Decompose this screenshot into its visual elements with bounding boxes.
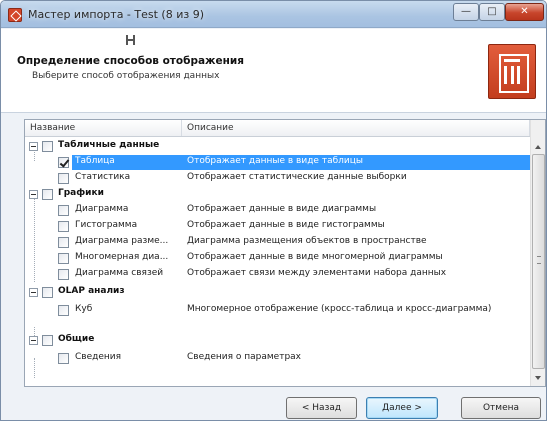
- item-label: Гистограмма: [75, 220, 138, 230]
- tree-row-link-diagram[interactable]: Диаграмма связей Отображает связи между …: [25, 267, 530, 282]
- collapse-icon[interactable]: [29, 288, 38, 297]
- next-button[interactable]: Далее >: [366, 397, 438, 419]
- group-label: Графики: [58, 188, 104, 198]
- scroll-up-arrow-icon[interactable]: [535, 145, 541, 149]
- tree-row-table[interactable]: Таблица Отображает данные в виде таблицы: [25, 155, 530, 170]
- wizard-footer: < Назад Далее > Отмена: [1, 387, 546, 420]
- item-description: Отображает данные в виде таблицы: [187, 156, 363, 166]
- item-checkbox[interactable]: [58, 237, 69, 248]
- item-checkbox[interactable]: [58, 305, 69, 316]
- group-row-olap[interactable]: OLAP анализ: [25, 285, 530, 300]
- wizard-header: Определение способов отображения Выберит…: [1, 29, 546, 113]
- group-checkbox[interactable]: [42, 189, 53, 200]
- group-checkbox[interactable]: [42, 141, 53, 152]
- tree-row-placement-diagram[interactable]: Диаграмма разме... Диаграмма размещения …: [25, 235, 530, 250]
- tree-row-statistics[interactable]: Статистика Отображает статистические дан…: [25, 171, 530, 186]
- item-description: Многомерное отображение (кросс-таблица и…: [187, 304, 492, 314]
- vertical-scrollbar[interactable]: [530, 120, 545, 386]
- group-checkbox[interactable]: [42, 287, 53, 298]
- tree-row-multidim-diagram[interactable]: Многомерная диа... Отображает данные в в…: [25, 251, 530, 266]
- item-label: Диаграмма: [75, 204, 129, 214]
- item-checkbox[interactable]: [58, 205, 69, 216]
- group-row-tabular[interactable]: Табличные данные: [25, 139, 530, 154]
- tree-row-cube[interactable]: Куб Многомерное отображение (кросс-табли…: [25, 303, 530, 318]
- tree-row-histogram[interactable]: Гистограмма Отображает данные в виде гис…: [25, 219, 530, 234]
- tree-row-info[interactable]: Сведения Сведения о параметрах: [25, 351, 530, 366]
- item-description: Отображает статистические данные выборки: [187, 172, 407, 182]
- item-checkbox[interactable]: [58, 353, 69, 364]
- collapse-icon[interactable]: [29, 142, 38, 151]
- item-description: Отображает данные в виде гистограммы: [187, 220, 385, 230]
- group-row-general[interactable]: Общие: [25, 333, 530, 348]
- item-label: Таблица: [75, 156, 115, 166]
- logo-top-bar: [504, 59, 520, 62]
- item-label: Диаграмма разме...: [75, 236, 169, 246]
- import-wizard-window: Мастер импорта - Тest (8 из 9) — □ ✕ Опр…: [0, 0, 547, 421]
- item-checkbox[interactable]: [58, 221, 69, 232]
- close-button[interactable]: ✕: [505, 3, 544, 21]
- tree-row-diagram[interactable]: Диаграмма Отображает данные в виде диагр…: [25, 203, 530, 218]
- item-label: Куб: [75, 304, 93, 314]
- item-description: Сведения о параметрах: [187, 352, 302, 362]
- text-cursor-icon: [126, 35, 135, 45]
- group-label: Табличные данные: [58, 140, 160, 150]
- title-bar[interactable]: Мастер импорта - Тest (8 из 9) — □ ✕: [1, 1, 546, 28]
- minimize-button[interactable]: —: [453, 3, 479, 21]
- group-label: Общие: [58, 334, 95, 344]
- item-label: Диаграмма связей: [75, 268, 164, 278]
- logo-icon: [488, 44, 536, 99]
- back-button[interactable]: < Назад: [286, 397, 357, 419]
- checkmark-icon[interactable]: [58, 157, 69, 168]
- scroll-down-arrow-icon[interactable]: [535, 376, 541, 380]
- maximize-button[interactable]: □: [479, 3, 505, 21]
- column-description-header[interactable]: Описание: [182, 120, 530, 136]
- cancel-button[interactable]: Отмена: [461, 397, 541, 419]
- collapse-icon[interactable]: [29, 190, 38, 199]
- group-label: OLAP анализ: [58, 286, 125, 296]
- column-name-header[interactable]: Название: [25, 120, 182, 136]
- item-label: Статистика: [75, 172, 131, 182]
- column-header: Название Описание: [25, 120, 530, 137]
- group-checkbox[interactable]: [42, 335, 53, 346]
- page-title: Определение способов отображения: [17, 55, 244, 67]
- collapse-icon[interactable]: [29, 336, 38, 345]
- item-description: Отображает данные в виде многомерной диа…: [187, 252, 443, 262]
- scrollbar-thumb[interactable]: [532, 154, 545, 369]
- group-row-charts[interactable]: Графики: [25, 187, 530, 202]
- app-icon: [8, 8, 22, 22]
- window-title: Мастер импорта - Тest (8 из 9): [28, 8, 204, 21]
- item-checkbox[interactable]: [58, 269, 69, 280]
- logo-columns: [504, 66, 520, 84]
- item-description: Отображает данные в виде диаграммы: [187, 204, 377, 214]
- item-description: Отображает связи между элементами набора…: [187, 268, 447, 278]
- display-methods-tree[interactable]: Название Описание Табличные данные Табли…: [24, 119, 546, 387]
- item-label: Сведения: [75, 352, 122, 362]
- scrollbar-grip-icon: [537, 256, 541, 264]
- page-subtitle: Выберите способ отображения данных: [32, 71, 220, 81]
- item-description: Диаграмма размещения объектов в простран…: [187, 236, 427, 246]
- item-checkbox[interactable]: [58, 253, 69, 264]
- item-checkbox[interactable]: [58, 173, 69, 184]
- item-label: Многомерная диа...: [75, 252, 169, 262]
